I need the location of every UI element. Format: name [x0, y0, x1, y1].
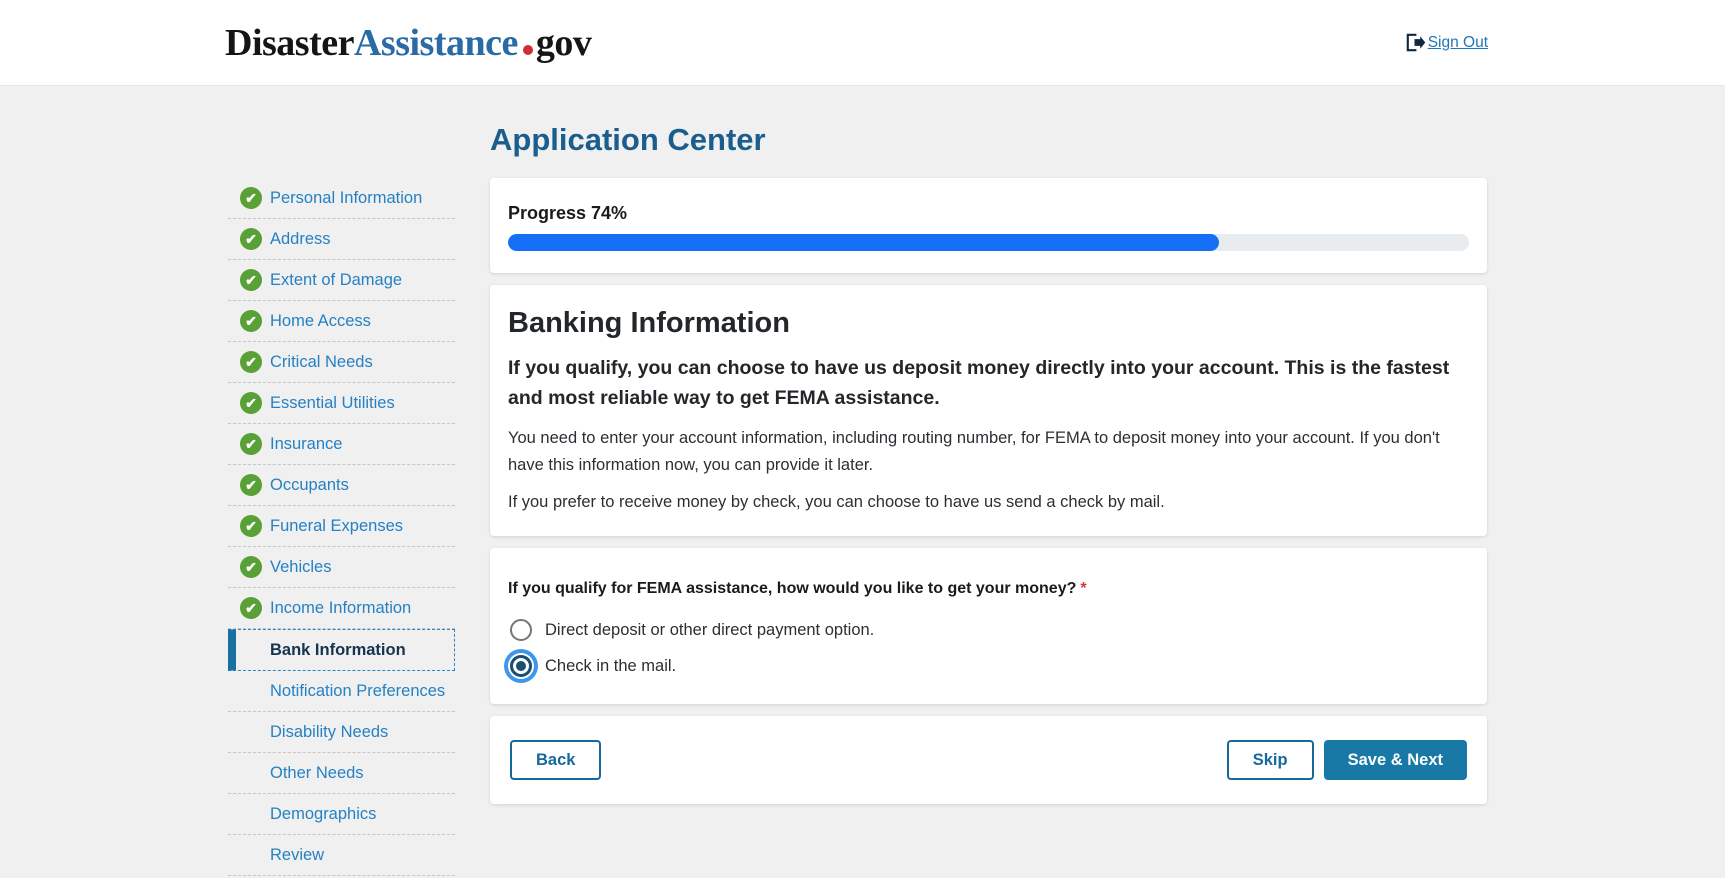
main-content: Application Center Progress 74% Banking …	[490, 120, 1487, 816]
sidebar-item-label: Personal Information	[270, 189, 422, 208]
sidebar-item-essential-utilities[interactable]: ✔ Essential Utilities	[228, 383, 455, 424]
completed-check-icon: ✔	[240, 597, 262, 619]
sidebar-item-label: Address	[270, 230, 331, 249]
sidebar-item-other-needs[interactable]: Other Needs	[228, 753, 455, 794]
radio-option-label: Direct deposit or other direct payment o…	[545, 621, 874, 640]
completed-check-icon: ✔	[240, 269, 262, 291]
completed-check-icon: ✔	[240, 433, 262, 455]
sidebar-item-label: Demographics	[270, 805, 376, 824]
sign-out-icon	[1403, 31, 1426, 54]
sidebar-item-personal-information[interactable]: ✔ Personal Information	[228, 178, 455, 219]
progress-label: Progress 74%	[508, 200, 1469, 226]
completed-check-icon: ✔	[240, 556, 262, 578]
progress-bar-track	[508, 234, 1469, 251]
payment-question-card: If you qualify for FEMA assistance, how …	[490, 548, 1487, 704]
sidebar-item-funeral-expenses[interactable]: ✔ Funeral Expenses	[228, 506, 455, 547]
sidebar-item-label: Bank Information	[270, 641, 406, 660]
banking-heading: Banking Information	[508, 305, 1469, 341]
sidebar-item-bank-information[interactable]: Bank Information	[228, 629, 455, 671]
completed-check-icon: ✔	[240, 392, 262, 414]
logo-text-assistance: Assistance	[354, 22, 518, 64]
back-button[interactable]: Back	[510, 740, 601, 780]
form-actions-card: Back Skip Save & Next	[490, 716, 1487, 804]
sidebar-item-demographics[interactable]: Demographics	[228, 794, 455, 835]
sidebar-item-label: Vehicles	[270, 558, 331, 577]
sidebar-item-critical-needs[interactable]: ✔ Critical Needs	[228, 342, 455, 383]
sidebar-item-income-information[interactable]: ✔ Income Information	[228, 588, 455, 629]
banking-paragraph-1: You need to enter your account informati…	[508, 425, 1469, 479]
sidebar-item-disability-needs[interactable]: Disability Needs	[228, 712, 455, 753]
sidebar-item-label: Critical Needs	[270, 353, 373, 372]
sidebar-item-extent-of-damage[interactable]: ✔ Extent of Damage	[228, 260, 455, 301]
sign-out-link[interactable]: Sign Out	[1403, 31, 1488, 54]
sidebar-item-occupants[interactable]: ✔ Occupants	[228, 465, 455, 506]
sidebar-item-label: Income Information	[270, 599, 411, 618]
header: DisasterAssistance gov Sign Out	[0, 0, 1725, 86]
logo-dot-icon	[523, 45, 533, 55]
actions-right-group: Skip Save & Next	[1227, 740, 1467, 780]
sidebar-item-label: Occupants	[270, 476, 349, 495]
sidebar-item-label: Insurance	[270, 435, 342, 454]
completed-check-icon: ✔	[240, 474, 262, 496]
completed-check-icon: ✔	[240, 351, 262, 373]
progress-bar-fill	[508, 234, 1219, 251]
skip-button[interactable]: Skip	[1227, 740, 1314, 780]
sidebar-item-home-access[interactable]: ✔ Home Access	[228, 301, 455, 342]
radio-option-1[interactable]: Direct deposit or other direct payment o…	[508, 614, 1469, 646]
question-text: If you qualify for FEMA assistance, how …	[508, 580, 1076, 597]
sidebar-item-insurance[interactable]: ✔ Insurance	[228, 424, 455, 465]
banking-lead-text: If you qualify, you can choose to have u…	[508, 353, 1469, 413]
sidebar-item-label: Home Access	[270, 312, 371, 331]
banking-paragraph-2: If you prefer to receive money by check,…	[508, 489, 1469, 516]
radio-option-2[interactable]: Check in the mail.	[508, 650, 1469, 682]
page-title: Application Center	[490, 120, 1487, 160]
banking-info-card: Banking Information If you qualify, you …	[490, 285, 1487, 536]
progress-card: Progress 74%	[490, 178, 1487, 273]
sidebar: ✔ Personal Information ✔ Address ✔ Extent of …	[228, 178, 455, 876]
sidebar-item-review[interactable]: Review	[228, 835, 455, 876]
save-and-next-button[interactable]: Save & Next	[1324, 740, 1467, 780]
site-logo[interactable]: DisasterAssistance gov	[225, 21, 591, 65]
sidebar-item-label: Extent of Damage	[270, 271, 402, 290]
sidebar-item-label: Other Needs	[270, 764, 364, 783]
completed-check-icon: ✔	[240, 515, 262, 537]
sidebar-item-address[interactable]: ✔ Address	[228, 219, 455, 260]
logo-text-disaster: Disaster	[225, 22, 354, 64]
completed-check-icon: ✔	[240, 310, 262, 332]
radio-selected-icon[interactable]	[510, 655, 532, 677]
sidebar-item-label: Notification Preferences	[270, 682, 445, 701]
sidebar-item-label: Review	[270, 846, 324, 865]
radio-option-label: Check in the mail.	[545, 657, 676, 676]
radio-unselected-icon[interactable]	[510, 619, 532, 641]
logo-text-gov: gov	[536, 22, 592, 64]
sidebar-item-label: Essential Utilities	[270, 394, 395, 413]
payment-question-label: If you qualify for FEMA assistance, how …	[508, 578, 1469, 600]
completed-check-icon: ✔	[240, 187, 262, 209]
payment-option-radio-group: Direct deposit or other direct payment o…	[508, 614, 1469, 682]
sign-out-label: Sign Out	[1428, 34, 1488, 52]
sidebar-item-label: Funeral Expenses	[270, 517, 403, 536]
required-asterisk: *	[1080, 580, 1086, 597]
sidebar-item-notification-preferences[interactable]: Notification Preferences	[228, 671, 455, 712]
sidebar-item-label: Disability Needs	[270, 723, 388, 742]
completed-check-icon: ✔	[240, 228, 262, 250]
sidebar-item-vehicles[interactable]: ✔ Vehicles	[228, 547, 455, 588]
